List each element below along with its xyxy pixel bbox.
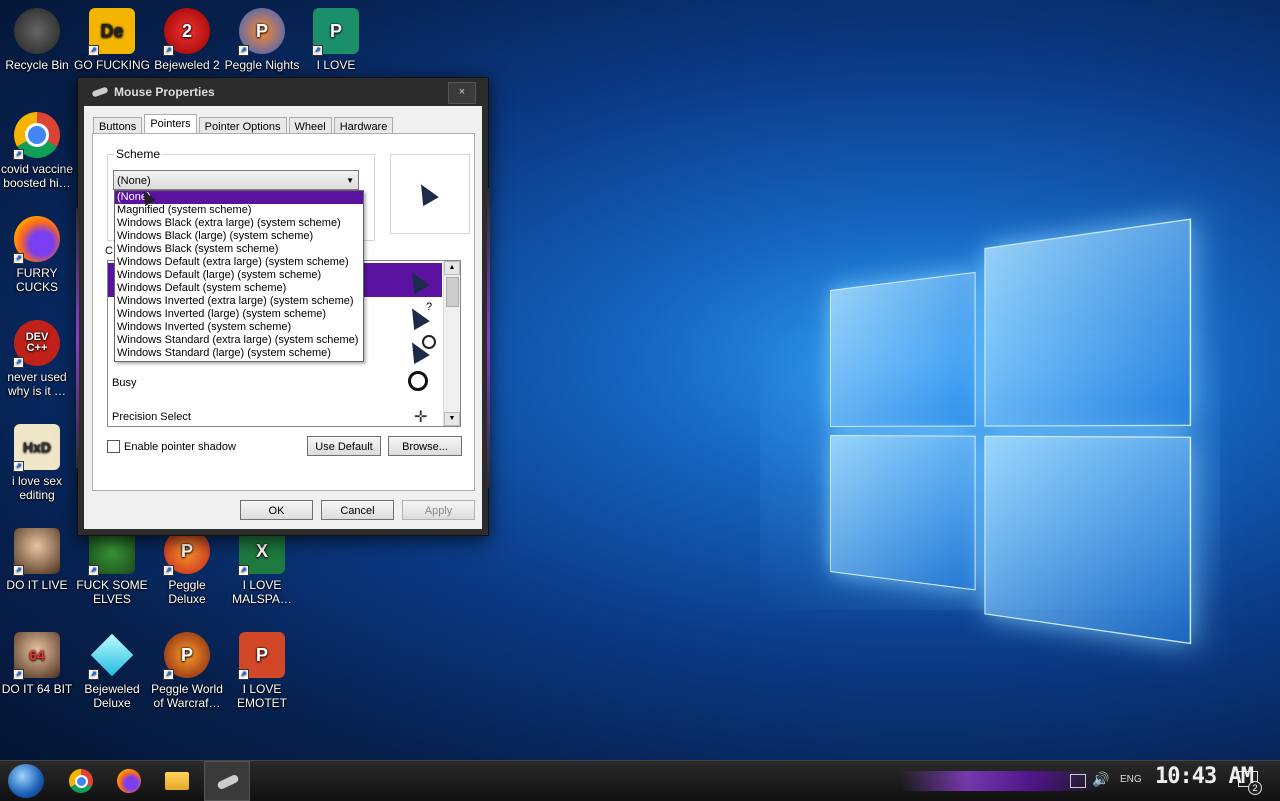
desktop-icon-recycle-bin[interactable]: Recycle Bin [0,8,75,72]
crosshair-cursor-icon: ✛ [414,407,427,427]
scroll-down-icon[interactable]: ▼ [444,412,460,426]
scheme-option[interactable]: Windows Standard (large) (system scheme) [115,347,363,360]
close-button[interactable]: × [448,82,476,104]
recycle-bin-icon [14,8,60,54]
bejeweled-2-icon: 2 ↗ [164,8,210,54]
spinner-icon [422,335,436,349]
scheme-option[interactable]: Windows Default (extra large) (system sc… [115,256,363,269]
scheme-option[interactable]: Windows Standard (extra large) (system s… [115,334,363,347]
taskbar-firefox[interactable] [112,765,146,797]
portrait-64-icon: 64 ↗ [14,632,60,678]
firefox-icon: ↗ [14,216,60,262]
window-edge-accent-right [487,188,490,488]
chevron-down-icon: ▼ [346,171,354,191]
ok-button[interactable]: OK [240,500,313,520]
window-title: Mouse Properties [114,85,215,99]
scheme-option[interactable]: Windows Black (large) (system scheme) [115,230,363,243]
desktop-icon-dev-cpp[interactable]: DEV C++ ↗ never used why is it … [0,320,75,398]
scheme-select[interactable]: (None) ▼ [113,170,359,190]
desktop-icon-i-love-emotet[interactable]: P ↗ I LOVE EMOTET [224,632,300,710]
desktop-icon-fuck-some-elves[interactable]: ↗ FUCK SOME ELVES [74,528,150,606]
de-app-icon: De ↗ [89,8,135,54]
desktop-icon-bejeweled-2[interactable]: 2 ↗ Bejeweled 2 [149,8,225,72]
taskbar: 🔊 ENG 2 [0,760,1280,801]
powerpoint-icon: P ↗ [239,632,285,678]
arrow-cursor-icon [404,268,430,294]
scheme-option[interactable]: Windows Black (extra large) (system sche… [115,217,363,230]
desktop-icon-do-it-64-bit[interactable]: 64 ↗ DO IT 64 BIT [0,632,75,696]
firefox-icon [117,769,141,793]
desktop-icon-go-fucking[interactable]: De ↗ GO FUCKING [74,8,150,72]
chrome-icon [69,769,93,793]
scheme-option[interactable]: Windows Default (system scheme) [115,282,363,295]
mouse-properties-window: Mouse Properties × Buttons Pointers Poin… [77,77,489,536]
window-client: Buttons Pointers Pointer Options Wheel H… [84,106,482,529]
enable-pointer-shadow-label: Enable pointer shadow [124,441,236,453]
portrait-icon: ↗ [14,528,60,574]
scheme-selected-value: (None) [117,175,151,187]
scroll-up-icon[interactable]: ▲ [444,261,460,275]
pointer-preview [390,154,470,234]
taskbar-file-explorer[interactable] [160,765,194,797]
pointer-row-busy[interactable]: Busy [108,367,442,401]
customize-label: C [105,245,113,257]
publisher-icon: P ↗ [313,8,359,54]
desktop-icon-hxd[interactable]: HxD ↗ i love sex editing [0,424,75,502]
browse-button[interactable]: Browse... [388,436,462,456]
taskbar-chrome[interactable] [64,765,98,797]
scheme-option[interactable]: Magnified (system scheme) [115,204,363,217]
peggle-wow-icon: P ↗ [164,632,210,678]
volume-icon[interactable]: 🔊 [1092,771,1109,788]
scheme-label: Scheme [114,147,162,161]
start-button[interactable] [8,764,44,798]
desktop-icon-peggle-wow[interactable]: P ↗ Peggle World of Warcraf… [149,632,225,710]
apply-button[interactable]: Apply [402,500,475,520]
network-icon[interactable] [1070,774,1086,788]
busy-cursor-icon [408,371,428,391]
mouse-icon [216,774,239,791]
scheme-dropdown-list[interactable]: (None) Magnified (system scheme) Windows… [114,190,364,362]
desktop-icon-peggle-nights[interactable]: P ↗ Peggle Nights [224,8,300,72]
chrome-icon: ↗ [14,112,60,158]
dev-cpp-icon: DEV C++ ↗ [14,320,60,366]
scheme-option[interactable]: Windows Inverted (system scheme) [115,321,363,334]
pointer-row-precision-select[interactable]: Precision Select ✛ [108,401,442,427]
desktop-icon-bejeweled-deluxe[interactable]: ↗ Bejeweled Deluxe [74,632,150,710]
desktop-icon-do-it-live[interactable]: ↗ DO IT LIVE [0,528,75,592]
hxd-icon: HxD ↗ [14,424,60,470]
arrow-cursor-preview-icon [413,180,439,206]
scroll-thumb[interactable] [446,277,459,307]
pointers-tab-panel: Scheme (None) ▼ C ? Busy Precision Selec… [92,133,475,491]
use-default-button[interactable]: Use Default [307,436,381,456]
folder-icon [165,772,189,790]
scheme-option[interactable]: Windows Black (system scheme) [115,243,363,256]
cancel-button[interactable]: Cancel [321,500,394,520]
window-titlebar[interactable]: Mouse Properties [78,78,488,106]
bejeweled-deluxe-icon: ↗ [89,632,135,678]
scheme-option[interactable]: Windows Inverted (large) (system scheme) [115,308,363,321]
desktop-icon-i-love[interactable]: P ↗ I LOVE [298,8,374,72]
taskbar-clock[interactable]: 10:43 AM [1155,764,1253,789]
pointer-list-scrollbar[interactable]: ▲ ▼ [443,261,460,426]
windows-logo-wallpaper [830,219,1188,641]
scheme-option[interactable]: Windows Default (large) (system scheme) [115,269,363,282]
mouse-icon [91,86,108,97]
enable-pointer-shadow-checkbox[interactable] [107,440,120,453]
tab-strip: Buttons Pointers Pointer Options Wheel H… [93,114,395,134]
desktop-icon-peggle-deluxe[interactable]: P ↗ Peggle Deluxe [149,528,225,606]
taskbar-mouse-properties[interactable] [204,761,250,801]
scheme-option[interactable]: Windows Inverted (extra large) (system s… [115,295,363,308]
desktop-icon-covid-vaccine[interactable]: ↗ covid vaccine boosted hi… [0,112,75,190]
peggle-nights-icon: P ↗ [239,8,285,54]
desktop-icon-i-love-malspa[interactable]: X ↗ I LOVE MALSPA… [224,528,300,606]
window-edge-accent-left [76,208,79,468]
desktop-icon-furry-cucks[interactable]: ↗ FURRY CUCKS [0,216,75,294]
question-mark-icon: ? [426,301,432,313]
enable-pointer-shadow[interactable]: Enable pointer shadow [107,440,236,453]
language-indicator[interactable]: ENG [1120,774,1142,785]
